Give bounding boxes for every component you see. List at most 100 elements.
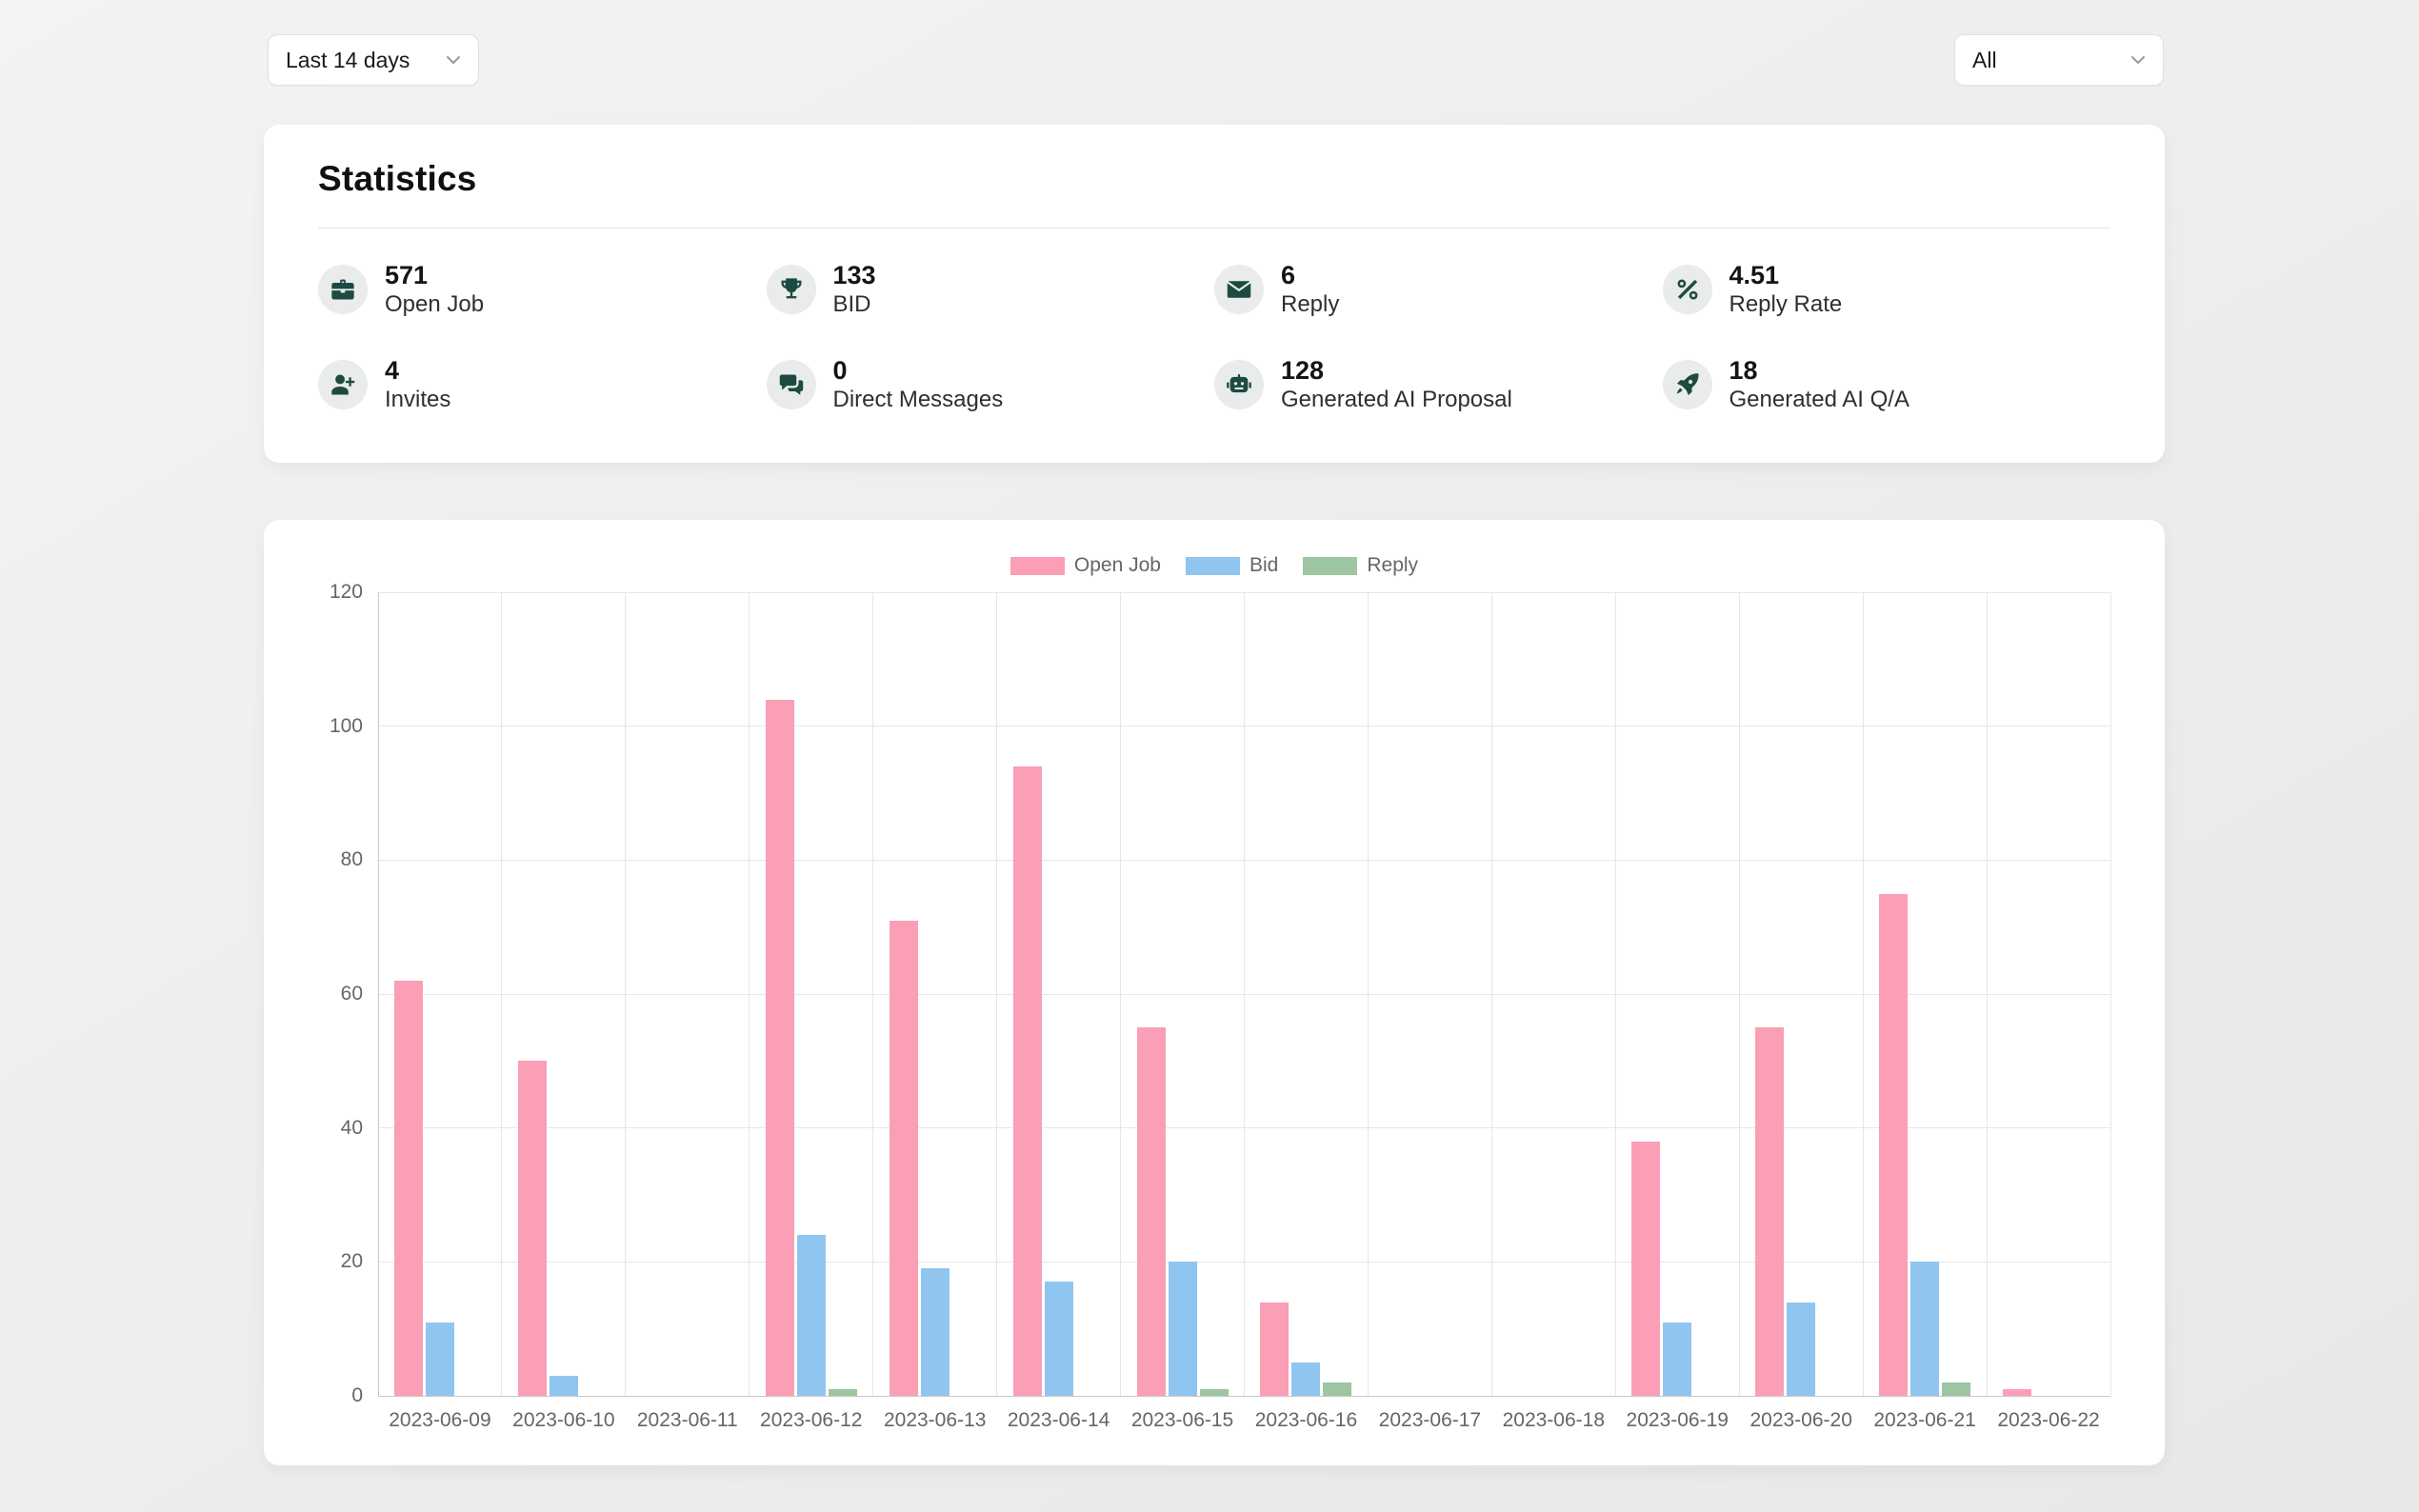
rocket-icon — [1663, 360, 1712, 409]
bar-open-job — [2003, 1389, 2031, 1396]
x-axis-tick-label: 2023-06-12 — [760, 1409, 862, 1432]
bar-bid — [426, 1323, 454, 1396]
stat-invites: 4 Invites — [318, 352, 767, 417]
statistics-card: Statistics 571 Open Job 133 BID — [264, 125, 2165, 463]
stat-value: 133 — [833, 260, 876, 290]
bar-open-job — [890, 921, 918, 1396]
statistics-title: Statistics — [264, 125, 2165, 199]
bar-bid — [1291, 1363, 1320, 1396]
bar-open-job — [1260, 1303, 1289, 1396]
gridline-x — [1615, 592, 1616, 1396]
x-axis-tick-label: 2023-06-13 — [884, 1409, 986, 1432]
bar-chart: 0 20 40 60 80 100 120 2023-06-09 2023-06-10 2023-… — [264, 520, 2165, 1465]
stat-value: 571 — [385, 260, 484, 290]
bar-open-job — [1879, 894, 1908, 1397]
x-axis-tick-label: 2023-06-19 — [1627, 1409, 1729, 1432]
robot-icon — [1214, 360, 1264, 409]
x-axis-tick-label: 2023-06-16 — [1255, 1409, 1357, 1432]
stat-reply: 6 Reply — [1214, 257, 1663, 322]
gridline-x — [1244, 592, 1245, 1396]
stat-value: 0 — [833, 355, 1004, 386]
bar-reply — [1942, 1383, 1970, 1396]
bar-open-job — [394, 981, 423, 1396]
stat-reply-rate: 4.51 Reply Rate — [1663, 257, 2111, 322]
gridline-x — [1863, 592, 1864, 1396]
stat-value: 4.51 — [1729, 260, 1843, 290]
stat-label: Direct Messages — [833, 386, 1004, 414]
stat-label: Reply Rate — [1729, 290, 1843, 319]
chart-card: Open JobBidReply 0204060801001202023-06-… — [264, 520, 2165, 1465]
envelope-icon — [1214, 265, 1264, 314]
gridline-x — [872, 592, 873, 1396]
gridline-x — [996, 592, 997, 1396]
stat-value: 4 — [385, 355, 450, 386]
gridline-x — [501, 592, 502, 1396]
stat-label: BID — [833, 290, 876, 319]
bar-open-job — [1137, 1027, 1166, 1396]
bar-open-job — [1631, 1142, 1660, 1396]
gridline-x — [1739, 592, 1740, 1396]
gridline-x — [625, 592, 626, 1396]
stat-generated-ai-proposal: 128 Generated AI Proposal — [1214, 352, 1663, 417]
stat-value: 18 — [1729, 355, 1909, 386]
category-value: All — [1972, 48, 1997, 73]
bar-reply — [1200, 1389, 1229, 1396]
statistics-grid: 571 Open Job 133 BID 6 Rep — [264, 229, 2165, 417]
chat-icon — [767, 360, 816, 409]
gridline-x — [378, 592, 379, 1396]
briefcase-icon — [318, 265, 368, 314]
x-axis-tick-label: 2023-06-22 — [1997, 1409, 2099, 1432]
x-axis-tick-label: 2023-06-17 — [1379, 1409, 1481, 1432]
x-axis-tick-label: 2023-06-14 — [1008, 1409, 1110, 1432]
bar-open-job — [518, 1061, 547, 1396]
bar-open-job — [766, 700, 794, 1396]
stat-generated-ai-qa: 18 Generated AI Q/A — [1663, 352, 2111, 417]
bar-bid — [1169, 1262, 1197, 1396]
y-axis-tick-label: 0 — [292, 1384, 363, 1407]
date-range-value: Last 14 days — [286, 48, 410, 73]
stat-bid: 133 BID — [767, 257, 1215, 322]
gridline-x — [1491, 592, 1492, 1396]
category-select[interactable]: All — [1954, 34, 2164, 86]
stat-value: 128 — [1281, 355, 1512, 386]
y-axis-tick-label: 100 — [292, 715, 363, 738]
bar-reply — [1323, 1383, 1351, 1396]
dashboard-page: Last 14 days All Statistics 571 Open Job — [0, 0, 2419, 1512]
y-axis-tick-label: 120 — [292, 581, 363, 604]
person-add-icon — [318, 360, 368, 409]
percent-icon — [1663, 265, 1712, 314]
x-axis-tick-label: 2023-06-20 — [1749, 1409, 1851, 1432]
bar-open-job — [1013, 766, 1042, 1396]
bar-bid — [1787, 1303, 1815, 1396]
stat-label: Open Job — [385, 290, 484, 319]
bar-bid — [1663, 1323, 1691, 1396]
gridline-x — [749, 592, 750, 1396]
gridline-x — [2110, 592, 2111, 1396]
stat-label: Invites — [385, 386, 450, 414]
bar-bid — [921, 1268, 950, 1396]
y-axis-tick-label: 60 — [292, 983, 363, 1005]
gridline-x — [1368, 592, 1369, 1396]
stat-label: Generated AI Q/A — [1729, 386, 1909, 414]
bar-bid — [550, 1376, 578, 1396]
trophy-icon — [767, 265, 816, 314]
bar-open-job — [1755, 1027, 1784, 1396]
x-axis-tick-label: 2023-06-18 — [1503, 1409, 1605, 1432]
x-axis-tick-label: 2023-06-09 — [389, 1409, 490, 1432]
gridline-x — [1987, 592, 1988, 1396]
stat-label: Generated AI Proposal — [1281, 386, 1512, 414]
bar-reply — [829, 1389, 857, 1396]
stat-value: 6 — [1281, 260, 1339, 290]
bar-bid — [797, 1235, 826, 1396]
y-axis-tick-label: 40 — [292, 1117, 363, 1140]
date-range-select[interactable]: Last 14 days — [268, 34, 479, 86]
stat-label: Reply — [1281, 290, 1339, 319]
y-axis-tick-label: 80 — [292, 848, 363, 871]
x-axis-tick-label: 2023-06-15 — [1131, 1409, 1233, 1432]
bar-bid — [1045, 1282, 1073, 1396]
x-axis-tick-label: 2023-06-11 — [637, 1409, 738, 1432]
x-axis-tick-label: 2023-06-10 — [512, 1409, 614, 1432]
chevron-down-icon — [2127, 49, 2149, 71]
stat-direct-messages: 0 Direct Messages — [767, 352, 1215, 417]
y-axis-tick-label: 20 — [292, 1250, 363, 1273]
